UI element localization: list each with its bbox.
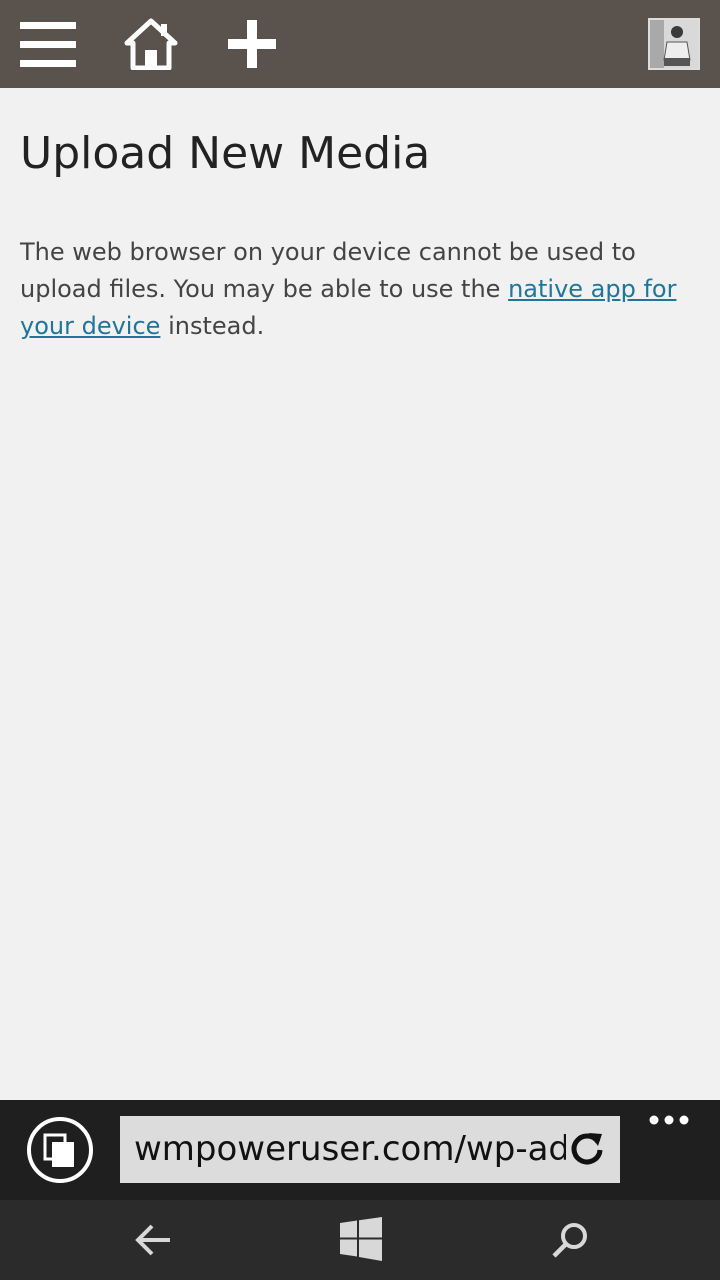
- upload-notice: The web browser on your device cannot be…: [20, 234, 710, 345]
- address-url[interactable]: wmpoweruser.com/wp-admin/media-new.php: [134, 1116, 566, 1183]
- browser-address-bar: wmpoweruser.com/wp-admin/media-new.php: [0, 1100, 720, 1200]
- avatar-image: [650, 20, 698, 68]
- system-navigation-bar: [0, 1200, 720, 1280]
- address-field[interactable]: wmpoweruser.com/wp-admin/media-new.php: [120, 1116, 620, 1183]
- more-icon[interactable]: [646, 1110, 692, 1134]
- page-title: Upload New Media: [20, 128, 431, 179]
- admin-toolbar: [0, 0, 720, 88]
- back-icon[interactable]: [130, 1218, 176, 1262]
- user-avatar[interactable]: [648, 18, 700, 70]
- home-icon[interactable]: [124, 18, 178, 70]
- tabs-icon[interactable]: [26, 1116, 94, 1184]
- refresh-icon[interactable]: [568, 1130, 606, 1168]
- search-icon[interactable]: [550, 1220, 590, 1260]
- windows-icon[interactable]: [338, 1216, 384, 1262]
- plus-icon[interactable]: [226, 18, 278, 70]
- main-content: Upload New Media The web browser on your…: [20, 88, 710, 345]
- notice-text-end: instead.: [160, 312, 265, 340]
- menu-icon[interactable]: [20, 22, 76, 68]
